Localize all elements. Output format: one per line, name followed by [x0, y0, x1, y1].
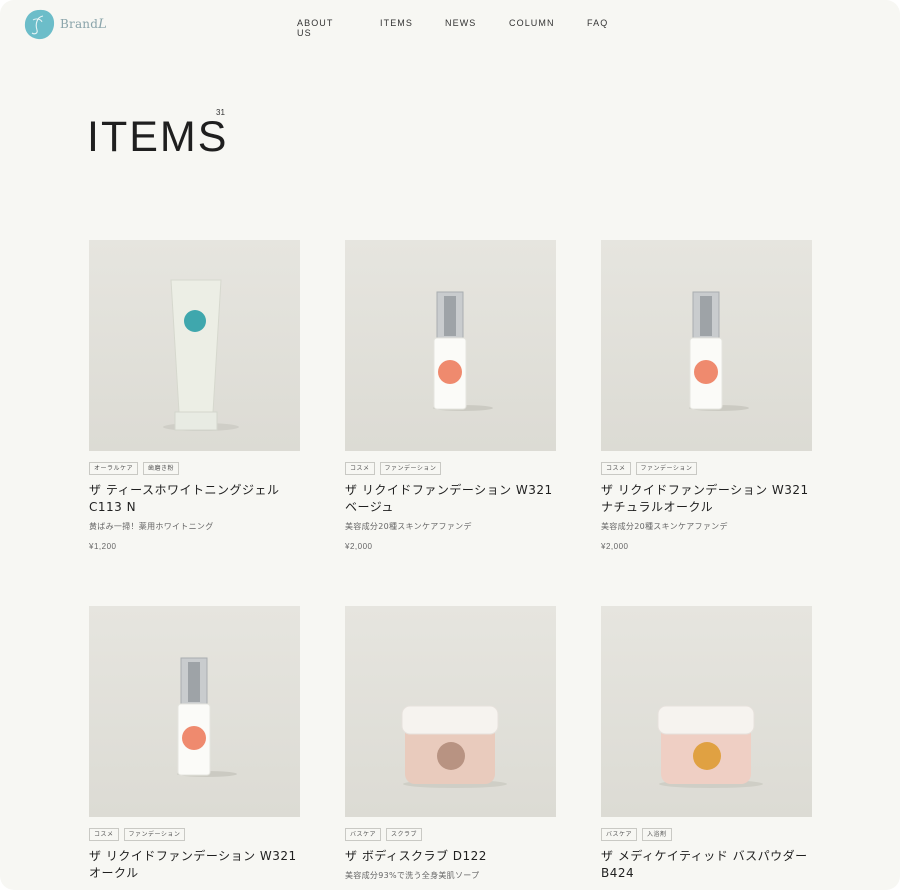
product-description: 美容成分93%で洗う全身美肌ソープ: [345, 871, 480, 880]
tag-list: コスメ ファンデーション: [345, 462, 556, 475]
nav-faq[interactable]: FAQ: [587, 18, 608, 28]
nav-items[interactable]: ITEMS: [380, 18, 413, 28]
product-photo: [89, 606, 300, 817]
product-image[interactable]: [345, 240, 556, 451]
page-title: ITEMS: [87, 113, 229, 161]
brand-logo[interactable]: BrandL: [23, 8, 107, 41]
product-dot: [437, 742, 465, 770]
product-image[interactable]: [601, 606, 812, 817]
nav-about-us[interactable]: ABOUT US: [297, 18, 333, 38]
product-name[interactable]: ザ メディケイティッド バスパウダー B424: [601, 848, 812, 882]
product-dot: [438, 360, 462, 384]
item-count: 31: [216, 108, 225, 117]
category-tag[interactable]: 歯磨き粉: [143, 462, 180, 475]
page: BrandL ABOUT US ITEMS NEWS COLUMN FAQ IT…: [0, 0, 900, 890]
product-card[interactable]: コスメ ファンデーション ザ リクイドファンデーション W321 ナチュラルオー…: [601, 240, 812, 551]
jar-lid: [657, 705, 755, 735]
product-dot: [694, 360, 718, 384]
product-photo: [345, 606, 556, 817]
product-price: ¥2,000: [345, 542, 373, 551]
category-tag[interactable]: スクラブ: [386, 828, 423, 841]
product-photo: [345, 240, 556, 451]
category-tag[interactable]: ファンデーション: [379, 462, 442, 475]
tag-list: コスメ ファンデーション: [601, 462, 812, 475]
nav-news[interactable]: NEWS: [445, 18, 476, 28]
product-dot: [182, 726, 206, 750]
product-name[interactable]: ザ リクイドファンデーション W321 ナチュラルオークル: [601, 482, 812, 516]
product-price: ¥1,200: [89, 542, 117, 551]
product-photo: [89, 240, 300, 451]
tag-list: オーラルケア 歯磨き粉: [89, 462, 300, 475]
product-dot: [184, 310, 206, 332]
product-price: ¥2,000: [601, 542, 629, 551]
tube-body: [170, 279, 222, 413]
product-card[interactable]: オーラルケア 歯磨き粉 ザ ティースホワイトニングジェル C113 N 黄ばみ一…: [89, 240, 300, 551]
product-dot: [693, 742, 721, 770]
category-tag[interactable]: オーラルケア: [89, 462, 139, 475]
product-name[interactable]: ザ リクイドファンデーション W321 オークル: [89, 848, 300, 882]
category-tag[interactable]: バスケア: [345, 828, 382, 841]
logo-text: BrandL: [60, 17, 107, 32]
product-name[interactable]: ザ ティースホワイトニングジェル C113 N: [89, 482, 300, 516]
product-photo: [601, 606, 812, 817]
category-tag[interactable]: コスメ: [345, 462, 375, 475]
category-tag[interactable]: 入浴剤: [642, 828, 672, 841]
product-image[interactable]: [89, 606, 300, 817]
product-name[interactable]: ザ ボディスクラブ D122: [345, 848, 556, 865]
logo-mark-icon: [24, 9, 55, 40]
product-photo: [601, 240, 812, 451]
tag-list: バスケア 入浴剤: [601, 828, 812, 841]
category-tag[interactable]: コスメ: [89, 828, 119, 841]
tag-list: コスメ ファンデーション: [89, 828, 300, 841]
product-name[interactable]: ザ リクイドファンデーション W321 ベージュ: [345, 482, 556, 516]
product-description: 美容成分20種スキンケアファンデ: [601, 522, 728, 531]
jar-lid: [401, 705, 499, 735]
product-description: 黄ばみ一掃！薬用ホワイトニング: [89, 522, 214, 531]
category-tag[interactable]: ファンデーション: [123, 828, 186, 841]
product-card[interactable]: バスケア 入浴剤 ザ メディケイティッド バスパウダー B424: [601, 606, 812, 882]
category-tag[interactable]: コスメ: [601, 462, 631, 475]
product-card[interactable]: コスメ ファンデーション ザ リクイドファンデーション W321 ベージュ 美容…: [345, 240, 556, 551]
nav-column[interactable]: COLUMN: [509, 18, 555, 28]
category-tag[interactable]: ファンデーション: [635, 462, 698, 475]
product-image[interactable]: [89, 240, 300, 451]
tube-cap: [174, 411, 218, 431]
product-card[interactable]: コスメ ファンデーション ザ リクイドファンデーション W321 オークル: [89, 606, 300, 882]
product-image[interactable]: [345, 606, 556, 817]
tag-list: バスケア スクラブ: [345, 828, 556, 841]
product-image[interactable]: [601, 240, 812, 451]
product-description: 美容成分20種スキンケアファンデ: [345, 522, 472, 531]
page-title-block: ITEMS 31: [87, 108, 229, 161]
category-tag[interactable]: バスケア: [601, 828, 638, 841]
product-card[interactable]: バスケア スクラブ ザ ボディスクラブ D122 美容成分93%で洗う全身美肌ソ…: [345, 606, 556, 881]
